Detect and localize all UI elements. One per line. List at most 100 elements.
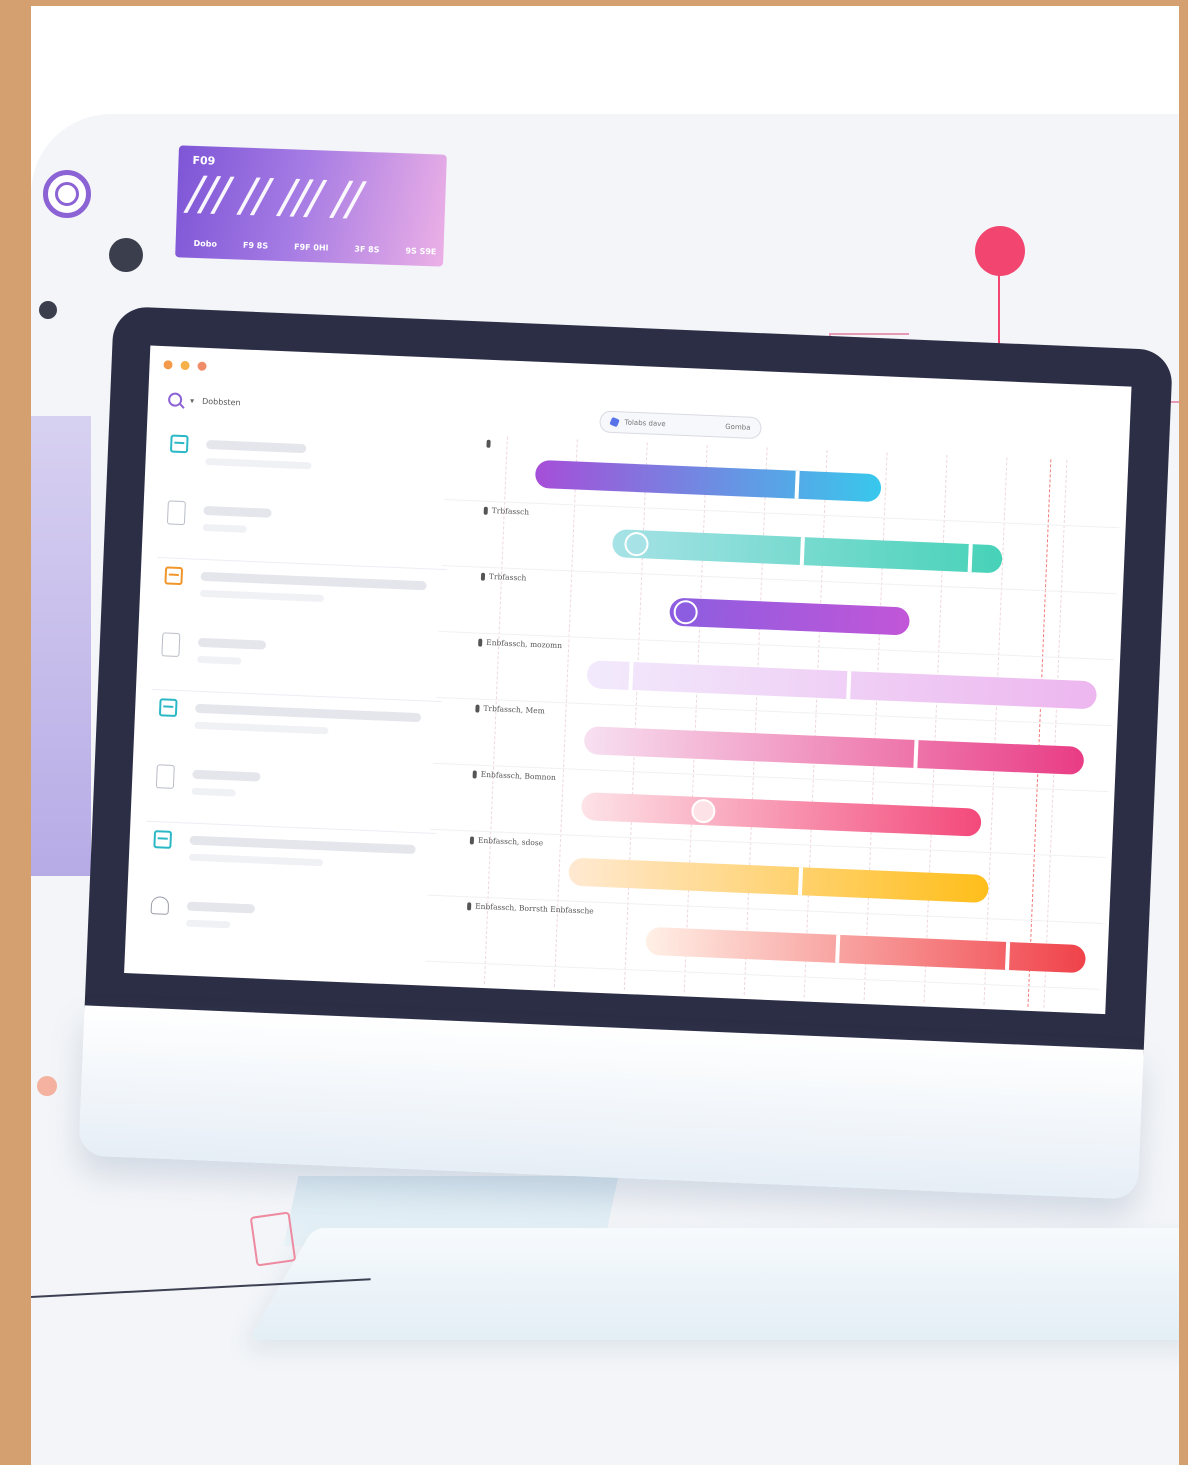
grid-line xyxy=(623,442,649,991)
placeholder-line xyxy=(203,505,272,518)
placeholder-line xyxy=(195,703,422,723)
connector-line xyxy=(829,333,909,335)
card-tick: Dobo xyxy=(193,238,218,249)
gantt-bar[interactable] xyxy=(580,792,982,837)
card-tick: F9 8S xyxy=(242,240,269,251)
keyboard xyxy=(248,1228,1179,1340)
top-search-text: Tolabs dave xyxy=(624,418,666,429)
placeholder-line xyxy=(200,571,427,591)
salmon-dot xyxy=(37,1076,57,1096)
card-marks: /// // /// // xyxy=(186,165,362,226)
pin-icon xyxy=(469,835,475,845)
bar-split xyxy=(799,536,805,566)
gantt-bar[interactable] xyxy=(669,597,911,636)
bar-handle[interactable] xyxy=(673,599,699,625)
gantt-row-label-text: Trbfassch xyxy=(491,506,530,517)
grid-line xyxy=(683,444,709,993)
gantt-chart: Trbfassch Trbfassch Enbfassch, mozomn Trbfa… xyxy=(424,434,1122,1010)
dark-dot xyxy=(109,238,143,272)
row-divider xyxy=(444,498,1120,529)
gradient-ticket-card: F09 /// // /// // Dobo F9 8S F9F 0Hl 3F … xyxy=(175,145,447,267)
bar-handle[interactable] xyxy=(623,531,649,557)
gantt-row-label-text: Trbfassch, Mem xyxy=(483,703,545,716)
bar-split xyxy=(628,661,634,691)
gantt-bar[interactable] xyxy=(568,857,989,904)
pin-icon xyxy=(480,572,486,581)
placeholder-line xyxy=(188,853,324,867)
breadcrumb[interactable]: Dobbsten xyxy=(202,396,241,407)
placeholder-line xyxy=(197,637,267,650)
placeholder-line xyxy=(186,901,256,914)
gantt-bar[interactable] xyxy=(586,660,1098,710)
list-item[interactable] xyxy=(157,492,450,571)
task-list xyxy=(141,426,453,966)
gantt-row-label-text: Enbfassch, sdose xyxy=(477,835,544,848)
ring-icon xyxy=(43,170,91,218)
placeholder-line xyxy=(192,769,261,782)
search-row: ▾ Dobbsten xyxy=(167,392,241,409)
placeholder-line xyxy=(186,919,231,929)
close-dot[interactable] xyxy=(163,360,173,370)
grid-line xyxy=(803,449,829,998)
maximize-dot[interactable] xyxy=(197,361,207,371)
app-window: ▾ Dobbsten Tolabs dave Gomba Trbfassch T… xyxy=(124,345,1132,1015)
list-item[interactable] xyxy=(151,624,445,703)
bar-split xyxy=(846,671,852,700)
gantt-row-label-text: Enbfassch, Borrsth Enbfassche xyxy=(474,901,594,916)
small-dark-dot xyxy=(39,301,57,319)
bar-handle[interactable] xyxy=(690,798,716,824)
teal-board-icon xyxy=(169,434,189,454)
top-search-bar[interactable]: Tolabs dave Gomba xyxy=(599,410,762,440)
gantt-row-label: Enbfassch, Bomnon xyxy=(472,769,556,782)
gantt-row-label-text: Trbfassch xyxy=(488,571,527,583)
pin-icon xyxy=(478,638,483,647)
list-item[interactable] xyxy=(149,690,442,768)
page-frame: F09 /// // /// // Dobo F9 8S F9F 0Hl 3F … xyxy=(31,6,1179,1465)
teal-board-icon xyxy=(158,698,178,717)
document-icon xyxy=(166,500,186,526)
gantt-row-label: Enbfassch, mozomn xyxy=(478,638,562,650)
grid-line xyxy=(923,454,949,1003)
user-icon xyxy=(150,896,170,915)
list-item[interactable] xyxy=(146,756,439,834)
gantt-row-label: Trbfassch xyxy=(483,506,530,517)
search-icon[interactable] xyxy=(167,392,183,407)
pin-icon xyxy=(486,439,491,448)
gantt-row-label: Trbfassch xyxy=(480,571,527,583)
list-item[interactable] xyxy=(144,822,437,900)
placeholder-line xyxy=(197,655,242,665)
card-tick: 3F 8S xyxy=(354,244,380,255)
grid-line xyxy=(983,457,1009,1006)
list-item[interactable] xyxy=(160,426,453,504)
placeholder-line xyxy=(206,439,307,454)
document-icon xyxy=(161,632,181,658)
bar-split xyxy=(1004,941,1011,971)
bar-split xyxy=(913,739,919,769)
orange-board-icon xyxy=(164,566,184,586)
bar-split xyxy=(797,867,804,896)
tag-icon xyxy=(609,416,620,428)
card-ticks: Dobo F9 8S F9F 0Hl 3F 8S 9S S9E xyxy=(193,239,436,256)
placeholder-line xyxy=(202,523,247,533)
lavender-band xyxy=(31,416,91,876)
pin-icon xyxy=(475,703,480,713)
gantt-bar[interactable] xyxy=(583,726,1085,775)
bar-split xyxy=(794,470,800,499)
gantt-bar[interactable] xyxy=(534,459,882,503)
placeholder-line xyxy=(205,457,312,470)
minimize-dot[interactable] xyxy=(180,360,190,371)
placeholder-line xyxy=(194,721,329,735)
monitor-bezel: ▾ Dobbsten Tolabs dave Gomba Trbfassch T… xyxy=(84,306,1174,1056)
row-divider xyxy=(441,564,1117,595)
pin-icon xyxy=(483,506,488,515)
placeholder-line xyxy=(191,787,236,797)
card-tick: F9F 0Hl xyxy=(293,242,329,253)
list-item[interactable] xyxy=(155,558,448,636)
pink-pin-dot xyxy=(975,226,1025,276)
grid-line xyxy=(743,447,769,996)
monitor: ▾ Dobbsten Tolabs dave Gomba Trbfassch T… xyxy=(78,306,1179,1211)
chevron-down-icon[interactable]: ▾ xyxy=(190,396,194,405)
list-item[interactable] xyxy=(141,888,434,966)
grid-line xyxy=(863,452,889,1001)
window-controls xyxy=(163,360,207,371)
